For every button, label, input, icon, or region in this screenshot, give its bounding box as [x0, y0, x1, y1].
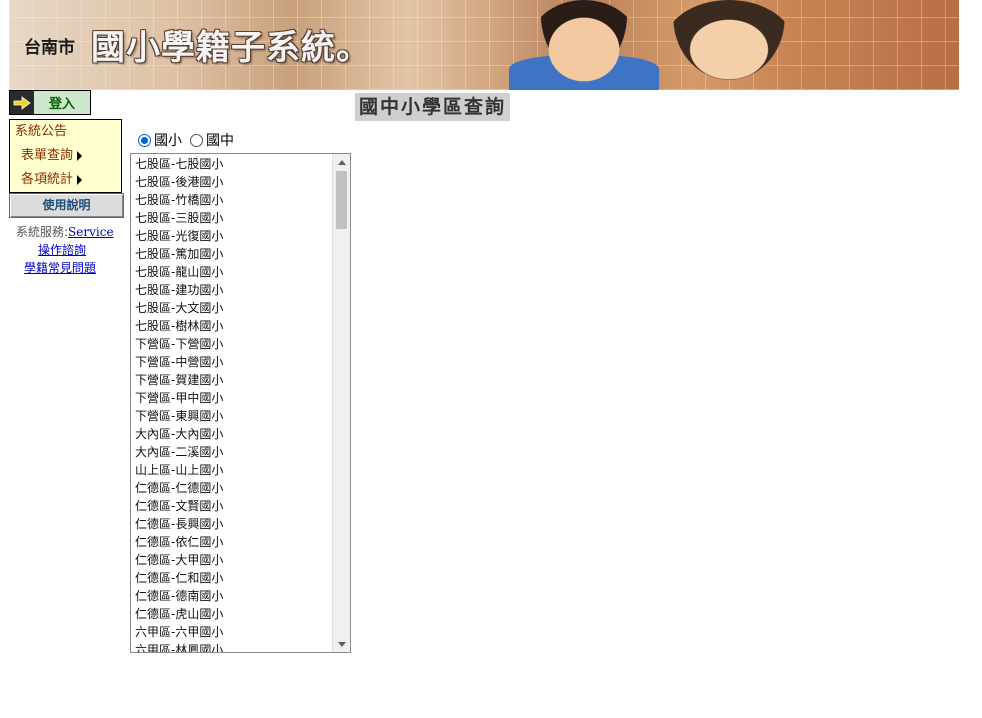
banner-photo-girl: [664, 0, 794, 90]
main-menu: 系統公告 表單查詢 各項統計: [9, 119, 122, 193]
scroll-down-button[interactable]: [333, 636, 350, 652]
list-item[interactable]: 七股區-龍山國小: [131, 263, 333, 281]
header-banner: 台南市 國小學籍子系統。: [9, 0, 959, 90]
menu-item-label: 各項統計: [21, 172, 74, 187]
listbox-scrollbar[interactable]: [332, 154, 350, 652]
list-item[interactable]: 仁德區-仁和國小: [131, 569, 333, 587]
list-item[interactable]: 七股區-竹橋國小: [131, 191, 333, 209]
list-item[interactable]: 七股區-樹林國小: [131, 317, 333, 335]
list-item[interactable]: 仁德區-長興國小: [131, 515, 333, 533]
list-item[interactable]: 七股區-大文國小: [131, 299, 333, 317]
submenu-arrow-icon: [77, 174, 83, 185]
list-item[interactable]: 仁德區-虎山國小: [131, 605, 333, 623]
list-item[interactable]: 七股區-七股國小: [131, 155, 333, 173]
banner-city-label: 台南市: [24, 38, 75, 58]
service-prefix: 系統服務:: [16, 225, 69, 239]
list-item[interactable]: 仁德區-仁德國小: [131, 479, 333, 497]
menu-item-statistics[interactable]: 各項統計: [10, 168, 121, 192]
radio-elementary-label: 國小: [154, 133, 182, 149]
list-item[interactable]: 七股區-光復國小: [131, 227, 333, 245]
list-item[interactable]: 仁德區-大甲國小: [131, 551, 333, 569]
page-title: 國中小學區查詢: [355, 93, 511, 121]
list-item[interactable]: 仁德區-文賢國小: [131, 497, 333, 515]
menu-item-label: 系統公告: [15, 124, 68, 139]
service-line: 系統服務:Service: [16, 223, 114, 240]
menu-item-label: 表單查詢: [21, 148, 74, 163]
list-item[interactable]: 仁德區-德南國小: [131, 587, 333, 605]
radio-elementary[interactable]: [138, 133, 151, 147]
list-item[interactable]: 大內區-二溪國小: [131, 443, 333, 461]
submenu-arrow-icon: [77, 150, 83, 161]
menu-item-announcements[interactable]: 系統公告: [10, 120, 121, 144]
list-item[interactable]: 下營區-下營國小: [131, 335, 333, 353]
list-item[interactable]: 下營區-賀建國小: [131, 371, 333, 389]
chevron-up-icon: [337, 159, 346, 165]
banner-photo-boy: [529, 0, 639, 90]
list-item[interactable]: 七股區-三股國小: [131, 209, 333, 227]
list-item[interactable]: 六甲區-林鳳國小: [131, 641, 333, 652]
list-item[interactable]: 七股區-後港國小: [131, 173, 333, 191]
list-item[interactable]: 下營區-甲中國小: [131, 389, 333, 407]
list-item[interactable]: 仁德區-依仁國小: [131, 533, 333, 551]
radio-junior-high[interactable]: [190, 133, 203, 147]
list-item[interactable]: 七股區-建功國小: [131, 281, 333, 299]
list-item[interactable]: 下營區-中營國小: [131, 353, 333, 371]
list-item[interactable]: 山上區-山上國小: [131, 461, 333, 479]
login-button[interactable]: 登入: [9, 90, 91, 115]
scroll-up-button[interactable]: [333, 154, 350, 170]
list-item[interactable]: 大內區-大內國小: [131, 425, 333, 443]
list-item[interactable]: 七股區-篤加國小: [131, 245, 333, 263]
login-arrow-icon: [10, 91, 34, 114]
radio-junior-high-label: 國中: [206, 133, 234, 149]
school-list: 七股區-七股國小 七股區-後港國小 七股區-竹橋國小 七股區-三股國小 七股區-光復國小…: [131, 155, 333, 652]
faq-link[interactable]: 學籍常見問題: [24, 259, 96, 276]
menu-item-form-query[interactable]: 表單查詢: [10, 144, 121, 168]
list-item[interactable]: 下營區-東興國小: [131, 407, 333, 425]
help-button[interactable]: 使用說明: [9, 193, 124, 218]
login-label: 登入: [48, 97, 75, 112]
consult-link[interactable]: 操作諮詢: [38, 241, 86, 258]
banner-system-title: 國小學籍子系統。: [91, 28, 371, 68]
scrollbar-thumb[interactable]: [336, 171, 347, 229]
list-item[interactable]: 六甲區-六甲國小: [131, 623, 333, 641]
chevron-down-icon: [337, 641, 346, 647]
school-listbox[interactable]: 七股區-七股國小 七股區-後港國小 七股區-竹橋國小 七股區-三股國小 七股區-光復國小…: [130, 153, 351, 653]
school-type-radio-group: 國小 國中: [138, 130, 242, 150]
service-link[interactable]: Service: [68, 225, 114, 239]
